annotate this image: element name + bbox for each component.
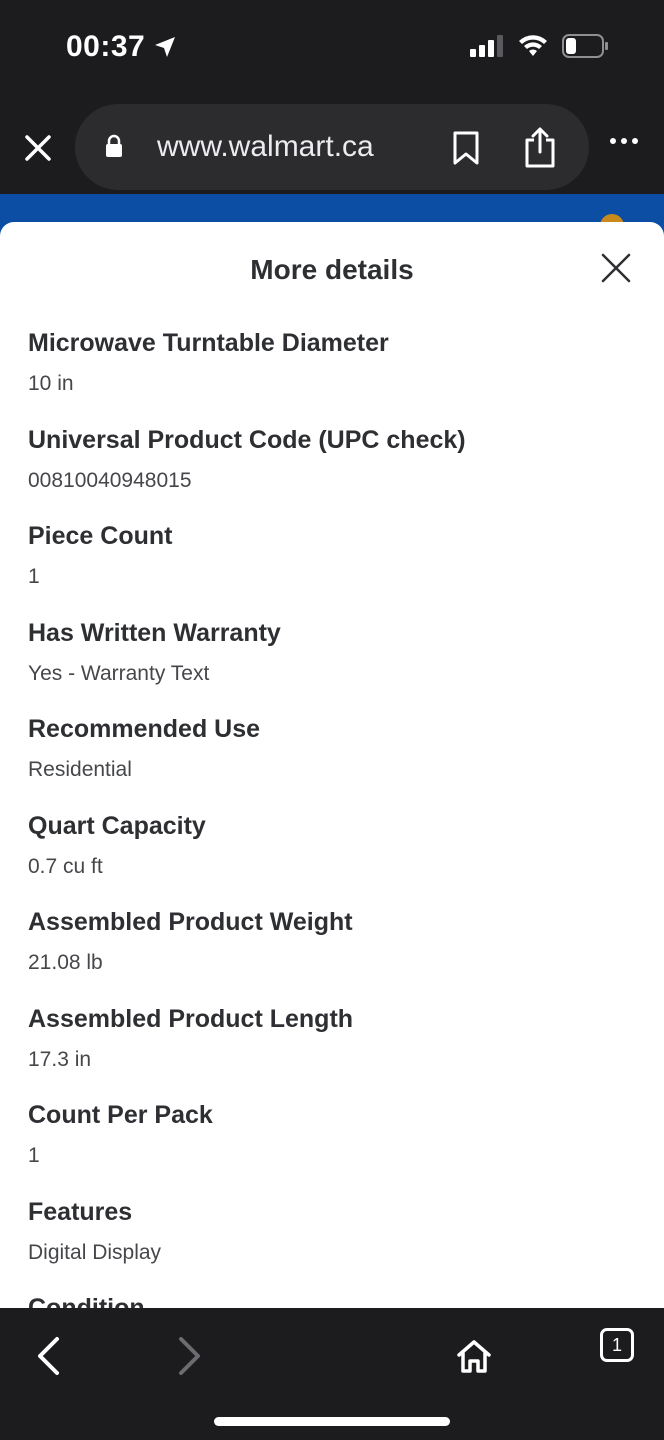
detail-label: Condition (28, 1294, 145, 1308)
detail-item: Has Written Warranty Yes - Warranty Text (28, 616, 638, 713)
detail-value: Yes - Warranty Text (28, 661, 210, 685)
detail-label: Features (28, 1197, 133, 1226)
detail-value: 1 (28, 565, 40, 588)
home-button[interactable] (444, 1326, 504, 1386)
detail-value: Digital Display (28, 1240, 162, 1264)
back-button[interactable] (18, 1326, 78, 1386)
detail-value: 0.7 cu ft (28, 854, 103, 878)
detail-label: Quart Capacity (28, 811, 206, 840)
detail-item: Assembled Product Length 17.3 in (28, 1002, 638, 1099)
battery-icon (562, 34, 608, 58)
detail-item: Count Per Pack 1 (28, 1098, 638, 1195)
home-indicator (214, 1417, 450, 1426)
detail-label: Assembled Product Length (28, 1004, 354, 1033)
detail-item: Condition (28, 1291, 638, 1308)
status-time: 00:37 (66, 30, 177, 64)
detail-value: 00810040948015 (28, 468, 192, 492)
close-sheet-icon[interactable] (600, 252, 632, 284)
cellular-signal-icon (470, 35, 503, 57)
detail-item: Recommended Use Residential (28, 712, 638, 809)
wifi-icon (519, 35, 547, 56)
detail-label: Microwave Turntable Diameter (28, 329, 389, 357)
detail-value: 21.08 lb (28, 951, 103, 974)
status-icons (470, 34, 608, 58)
browser-toolbar: www.walmart.ca (0, 100, 664, 194)
share-icon[interactable] (523, 126, 557, 168)
more-details-sheet: More details Microwave Turntable Diamete… (0, 222, 664, 1308)
home-icon (457, 1340, 491, 1373)
detail-item: Assembled Product Weight 21.08 lb (28, 905, 638, 1002)
detail-item: Quart Capacity 0.7 cu ft (28, 809, 638, 906)
detail-label: Universal Product Code (UPC check) (28, 425, 466, 454)
chevron-right-icon (179, 1337, 200, 1375)
detail-label: Recommended Use (28, 715, 261, 743)
tabs-button[interactable]: 1 (600, 1328, 634, 1362)
detail-item: Features Digital Display (28, 1195, 638, 1292)
bookmark-icon[interactable] (451, 130, 481, 166)
detail-value: 17.3 in (28, 1047, 92, 1071)
detail-label: Assembled Product Weight (28, 908, 353, 936)
url-text: www.walmart.ca (157, 130, 374, 163)
sheet-title: More details (250, 254, 414, 285)
details-list: Microwave Turntable Diameter 10 in Unive… (28, 326, 638, 1308)
browser-bottom-toolbar: 1 (0, 1308, 664, 1440)
status-bar: 00:37 (0, 0, 664, 100)
close-icon (25, 135, 51, 161)
detail-item: Piece Count 1 (28, 519, 638, 616)
detail-value: 10 in (28, 372, 74, 395)
address-bar[interactable]: www.walmart.ca (75, 104, 589, 190)
detail-item: Universal Product Code (UPC check) 00810… (28, 423, 638, 520)
detail-value: 1 (28, 1144, 40, 1167)
chevron-left-icon (38, 1337, 59, 1375)
detail-label: Has Written Warranty (28, 618, 281, 647)
detail-item: Microwave Turntable Diameter 10 in (28, 326, 638, 423)
detail-label: Piece Count (28, 522, 173, 550)
more-options-icon[interactable] (610, 138, 638, 144)
forward-button[interactable] (160, 1326, 220, 1386)
location-arrow-icon (155, 37, 176, 57)
time-text: 00:37 (66, 30, 146, 63)
detail-value: Residential (28, 758, 132, 781)
lock-icon (106, 134, 122, 157)
detail-label: Count Per Pack (28, 1101, 213, 1129)
close-browser-button[interactable] (16, 126, 60, 170)
